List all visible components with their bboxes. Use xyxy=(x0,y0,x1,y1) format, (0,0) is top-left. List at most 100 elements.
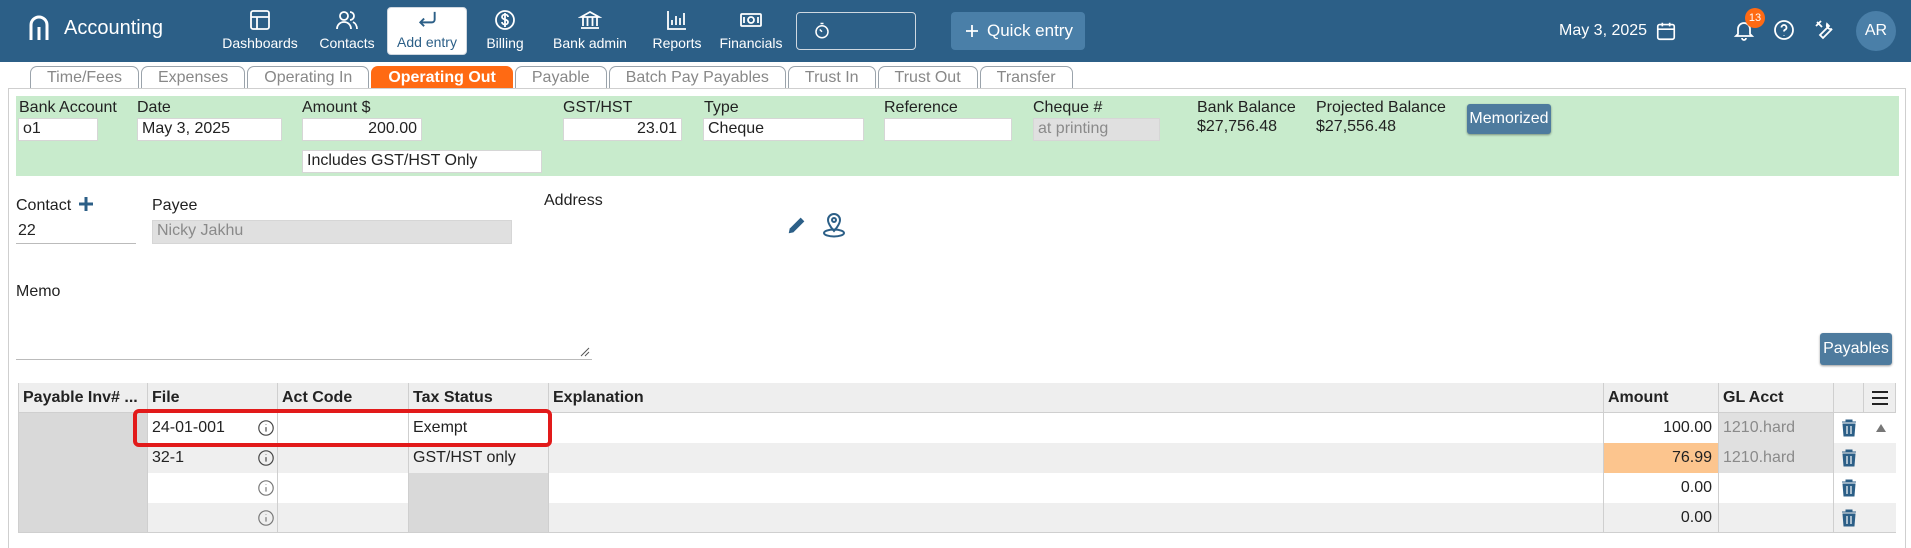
cell-gl-acct[interactable]: 1210.hard xyxy=(1719,443,1834,473)
cell-gl-acct[interactable] xyxy=(1719,473,1834,503)
payables-button[interactable]: Payables xyxy=(1820,333,1892,365)
projected-balance-label: Projected Balance xyxy=(1316,99,1446,116)
amount-input[interactable]: 200.00 xyxy=(302,118,422,141)
cell-explanation[interactable] xyxy=(549,413,1604,443)
cell-amount[interactable]: 100.00 xyxy=(1604,413,1719,443)
delete-row-button[interactable] xyxy=(1834,443,1864,473)
col-header-amount[interactable]: Amount xyxy=(1604,383,1719,413)
col-header-tax-status[interactable]: Tax Status xyxy=(409,383,549,413)
tab-time-fees[interactable]: Time/Fees xyxy=(30,66,139,88)
info-icon[interactable] xyxy=(257,449,275,467)
cell-file[interactable] xyxy=(148,473,278,503)
tab-expenses[interactable]: Expenses xyxy=(140,66,246,88)
cell-act-code[interactable] xyxy=(278,413,409,443)
scroll-up-icon xyxy=(1876,424,1886,432)
col-header-payable-inv[interactable]: Payable Inv# ... xyxy=(18,383,148,413)
cell-amount[interactable]: 0.00 xyxy=(1604,473,1719,503)
nav-dashboards[interactable]: Dashboards xyxy=(210,7,310,55)
avatar[interactable]: AR xyxy=(1856,11,1896,51)
tab-trust-out[interactable]: Trust Out xyxy=(877,66,978,88)
tab-operating-in[interactable]: Operating In xyxy=(247,66,370,88)
dashboard-icon xyxy=(250,10,270,30)
delete-row-button[interactable] xyxy=(1834,503,1864,532)
date-input[interactable]: May 3, 2025 xyxy=(137,118,282,141)
bank-account-input[interactable]: o1 xyxy=(18,118,98,141)
scroll-up-button[interactable] xyxy=(1876,419,1886,437)
nav-label: Financials xyxy=(719,35,783,51)
nav-add-entry[interactable]: Add entry xyxy=(387,7,467,55)
app-logo-icon xyxy=(29,15,49,40)
cell-tax-status[interactable] xyxy=(409,473,549,503)
table-row[interactable]: 0.00 xyxy=(18,473,1896,503)
nav-billing[interactable]: Billing xyxy=(470,7,540,55)
quick-entry-button[interactable]: Quick entry xyxy=(951,12,1085,50)
delete-row-button[interactable] xyxy=(1834,413,1864,443)
tab-trust-in[interactable]: Trust In xyxy=(787,66,876,88)
cell-tax-status[interactable]: GST/HST only xyxy=(409,443,549,473)
cell-act-code[interactable] xyxy=(278,503,409,532)
column-menu-button[interactable] xyxy=(1864,383,1896,413)
gst-input[interactable]: 23.01 xyxy=(563,118,682,141)
info-icon[interactable] xyxy=(257,509,275,527)
cell-payable-inv[interactable] xyxy=(18,473,148,503)
cell-explanation[interactable] xyxy=(549,473,1604,503)
dollar-icon xyxy=(495,10,515,30)
col-header-file[interactable]: File xyxy=(148,383,278,413)
tab-payable[interactable]: Payable xyxy=(514,66,607,88)
info-icon[interactable] xyxy=(257,419,275,437)
delete-row-button[interactable] xyxy=(1834,473,1864,503)
brand[interactable]: Accounting xyxy=(28,14,163,42)
cell-file[interactable]: 24-01-001 xyxy=(148,413,278,443)
cell-act-code[interactable] xyxy=(278,473,409,503)
memo-textarea[interactable] xyxy=(16,306,592,360)
bank-icon xyxy=(578,10,602,29)
table-row[interactable]: 32-1 GST/HST only 76.99 1210.hard xyxy=(18,443,1896,473)
cheque-input[interactable]: at printing xyxy=(1033,118,1160,141)
resize-handle-icon[interactable] xyxy=(580,347,590,357)
cell-file[interactable]: 32-1 xyxy=(148,443,278,473)
reference-input[interactable] xyxy=(884,118,1012,141)
tab-transfer[interactable]: Transfer xyxy=(979,66,1073,88)
tab-batch-pay-payables[interactable]: Batch Pay Payables xyxy=(608,66,786,88)
nav-contacts[interactable]: Contacts xyxy=(310,7,384,55)
add-contact-icon[interactable] xyxy=(78,196,94,212)
nav-financials[interactable]: Financials xyxy=(714,7,788,55)
contacts-icon xyxy=(336,11,358,30)
col-header-act-code[interactable]: Act Code xyxy=(278,383,409,413)
tools-icon[interactable] xyxy=(1813,18,1837,42)
address-label: Address xyxy=(544,192,603,209)
pencil-icon[interactable] xyxy=(786,214,808,236)
cell-explanation[interactable] xyxy=(549,503,1604,532)
payee-input[interactable]: Nicky Jakhu xyxy=(152,220,512,244)
type-select[interactable]: Cheque xyxy=(703,118,864,141)
timer-button[interactable] xyxy=(796,12,916,50)
cell-explanation[interactable] xyxy=(549,443,1604,473)
nav-reports[interactable]: Reports xyxy=(640,7,714,55)
cell-gl-acct[interactable]: 1210.hard xyxy=(1719,413,1834,443)
cell-file[interactable] xyxy=(148,503,278,532)
tab-operating-out[interactable]: Operating Out xyxy=(371,66,513,88)
header-date[interactable]: May 3, 2025 xyxy=(1559,20,1677,42)
contact-input[interactable]: 22 xyxy=(16,220,136,244)
cell-tax-status[interactable] xyxy=(409,503,549,532)
cell-payable-inv[interactable] xyxy=(18,503,148,532)
info-icon[interactable] xyxy=(257,479,275,497)
cell-act-code[interactable] xyxy=(278,443,409,473)
table-row[interactable]: 0.00 xyxy=(18,503,1896,533)
table-row[interactable]: 24-01-001 Exempt 100.00 1210.hard xyxy=(18,413,1896,443)
cell-amount[interactable]: 76.99 xyxy=(1604,443,1719,473)
help-icon[interactable] xyxy=(1772,18,1796,42)
cell-amount[interactable]: 0.00 xyxy=(1604,503,1719,532)
nav-bank-admin[interactable]: Bank admin xyxy=(540,7,640,55)
map-pin-icon[interactable] xyxy=(820,211,848,239)
cell-gl-acct[interactable] xyxy=(1719,503,1834,532)
nav-label: Bank admin xyxy=(553,35,627,51)
tax-option-select[interactable]: Includes GST/HST Only xyxy=(302,150,542,173)
main-nav: Dashboards Contacts Add entry Billing Ba… xyxy=(210,7,788,55)
cell-payable-inv[interactable] xyxy=(18,443,148,473)
memorized-button[interactable]: Memorized xyxy=(1467,104,1551,134)
col-header-explanation[interactable]: Explanation xyxy=(549,383,1604,413)
col-header-gl-acct[interactable]: GL Acct xyxy=(1719,383,1834,413)
cell-payable-inv[interactable] xyxy=(18,413,148,443)
cell-tax-status[interactable]: Exempt xyxy=(409,413,549,443)
